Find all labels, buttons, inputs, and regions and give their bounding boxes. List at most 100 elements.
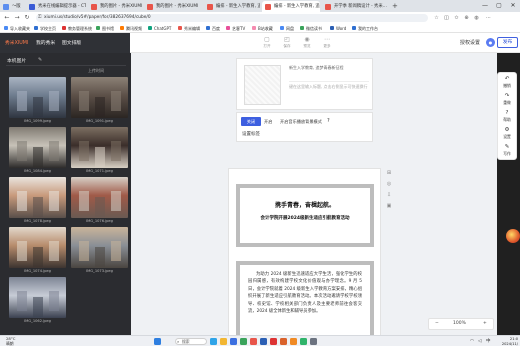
app-blue-icon[interactable] (230, 338, 237, 345)
image-thumbnail[interactable]: IMG_1062.jpeg (9, 277, 66, 324)
browser-tab[interactable]: 编排 - 新生入学教育, 追梦… (262, 1, 320, 12)
card-hint-text[interactable]: 键在这里输入标题, 点击右侧显示可快速换行 (289, 84, 369, 89)
wechat-icon[interactable] (240, 338, 247, 345)
on-toggle-button[interactable]: 开启 (264, 117, 272, 126)
bookmark-item[interactable]: 我的工作台 (352, 24, 378, 33)
browser-tab[interactable]: 秀米在线编辑提示器 - CTC 以及… (26, 1, 86, 12)
bookmark-item[interactable]: 百度 (206, 24, 220, 33)
profile-icon[interactable]: ◍ (472, 13, 481, 23)
bookmark-item[interactable]: 教务管理系统 (62, 24, 92, 33)
rail-settings-button[interactable]: ⚙ 设置 (498, 126, 516, 143)
split-icon[interactable]: ◫ (442, 13, 451, 23)
bookmark-item[interactable]: B站收藏 (252, 24, 273, 33)
publish-button[interactable]: 发布 (497, 37, 518, 48)
rail-write-button[interactable]: ✎ 写作 (498, 143, 516, 160)
files-icon[interactable] (220, 338, 227, 345)
rail-help-button[interactable]: ? 帮助 (498, 109, 516, 126)
word-icon[interactable] (260, 338, 267, 345)
clock[interactable]: 21:0 2024/11/ (497, 337, 518, 346)
browser-tab[interactable]: 编排 - 新生入学教育, 追梦… (204, 1, 260, 12)
menu-my-xiumi[interactable]: 我的秀米 (36, 39, 55, 46)
app-green-icon[interactable] (300, 338, 307, 345)
edit-icon[interactable]: ✎ (38, 57, 42, 63)
set-tags-link[interactable]: 设置标签 (242, 130, 260, 139)
user-avatar-icon[interactable]: ● (486, 38, 495, 47)
minimize-button[interactable]: — (478, 0, 492, 12)
open-button[interactable]: ▢ 打开 (258, 35, 276, 51)
image-thumbnail[interactable]: IMG_1074.jpeg (9, 227, 66, 274)
taskbar-search[interactable]: ⌕ 搜索 (175, 338, 207, 345)
banner-subtitle[interactable]: 会计学院开展2024级新生适应引航教育活动 (240, 215, 370, 221)
preview-button[interactable]: ◉ 预览 (298, 35, 316, 51)
bookmark-item[interactable]: 学校主页 (34, 24, 56, 33)
menu-layout[interactable]: 图文排版 (62, 39, 81, 46)
image-thumbnail[interactable]: IMG_1078.jpeg (9, 177, 66, 224)
browser-tab[interactable]: 我的图片 - 秀米XIUMI (88, 1, 142, 12)
forward-icon[interactable]: → (12, 13, 22, 23)
wifi-icon[interactable]: ◠ (470, 338, 474, 345)
zoom-out-button[interactable]: − (435, 319, 439, 329)
image-thumbnail[interactable]: IMG_1071.jpeg (71, 127, 128, 174)
zoom-level[interactable]: 100% (453, 319, 466, 329)
image-thumbnail[interactable]: IMG_1084.jpeg (9, 127, 66, 174)
browser-tab[interactable]: 开学季 新闻稿设计 - 秀米… (322, 1, 390, 12)
off-toggle-button[interactable]: 关闭 (241, 117, 261, 126)
app-gray-icon[interactable] (310, 338, 317, 345)
image-library-title[interactable]: 本机图片 (7, 57, 26, 64)
bookmark-item[interactable]: 腾讯视频 (120, 24, 142, 33)
input-language[interactable]: 中 (486, 338, 491, 345)
bookmark-item[interactable]: Word (330, 24, 346, 33)
square-icon[interactable]: ▣ (385, 201, 393, 212)
target-icon[interactable]: ◎ (385, 179, 393, 190)
authorize-settings-link[interactable]: 授权设置 (460, 39, 480, 46)
image-thumbnail[interactable]: IMG_1073.jpeg (71, 227, 128, 274)
image-placeholder[interactable] (244, 65, 281, 105)
help-icon[interactable]: ? (327, 117, 330, 126)
banner-title[interactable]: 携手青春，奋楫起航。 (240, 200, 370, 209)
chrome-icon[interactable] (250, 338, 257, 345)
favorites-icon[interactable]: ✩ (452, 13, 461, 23)
save-button[interactable]: ◰ 保存 (278, 35, 296, 51)
download-icon[interactable]: ⇩ (385, 190, 393, 201)
bookmark-item[interactable]: 图书馆 (96, 24, 114, 33)
grid-icon[interactable]: ⊞ (385, 168, 393, 179)
rail-redo-button[interactable]: ↷ 重做 (498, 92, 516, 109)
more-button[interactable]: ⋯ 更多 (318, 35, 336, 51)
maximize-button[interactable]: ▢ (492, 0, 506, 12)
weather-widget[interactable]: 28°C 晴朗 (6, 336, 15, 346)
star-icon[interactable]: ☆ (432, 13, 441, 23)
more-menu-icon[interactable]: ⋯ (484, 13, 493, 23)
bookmark-item[interactable]: 微信读书 (300, 24, 322, 33)
banner[interactable]: 携手青春，奋楫起航。 会计学院开展2024级新生适应引航教育活动 (240, 188, 370, 243)
browser-tab[interactable]: ～版 (0, 1, 24, 12)
article-body-text[interactable]: 为助力 2024 级新生迅速适应大学生活，强化学生的校园归属感，有效构建学校文化… (240, 265, 370, 335)
new-tab-button[interactable]: + (392, 1, 398, 11)
url-field[interactable]: ⚿ xiumi.us/studio/v5#/paper/for/38263769… (36, 14, 428, 22)
back-icon[interactable]: ← (2, 13, 12, 23)
floating-assistant-icon[interactable] (506, 229, 520, 243)
bookmark-item[interactable]: 网盘 (280, 24, 294, 33)
image-thumbnail[interactable]: IMG_1076.jpeg (71, 177, 128, 224)
netease-icon[interactable] (270, 338, 277, 345)
image-thumbnail[interactable]: IMG_1099.jpeg (9, 77, 66, 124)
bookmark-item[interactable]: 艺客TV (226, 24, 245, 33)
bookmark-item[interactable]: 导入收藏夹 (4, 24, 30, 33)
collections-icon[interactable]: ⊕ (462, 13, 471, 23)
start-icon[interactable] (154, 338, 161, 345)
zoom-in-button[interactable]: + (483, 319, 487, 329)
menu-xiumi[interactable]: 秀米XIUMI (5, 39, 28, 46)
ppt-icon[interactable] (280, 338, 287, 345)
bookmark-item[interactable]: ChatGPT (148, 24, 171, 33)
card-title-text[interactable]: 新生入学教育, 追梦青春新征程 (289, 65, 369, 70)
rail-undo-button[interactable]: ↶ 撤销 (498, 75, 516, 92)
image-thumbnail[interactable]: IMG_1091.jpeg (71, 77, 128, 124)
app-orange-icon[interactable] (290, 338, 297, 345)
edge-icon[interactable] (210, 338, 217, 345)
reload-icon[interactable]: ↻ (22, 13, 32, 23)
title-card[interactable]: 新生入学教育, 追梦青春新征程 键在这里输入标题, 点击右侧显示可快速换行 (236, 58, 373, 110)
sort-dropdown[interactable]: 上传时间 (88, 68, 104, 74)
browser-tab[interactable]: 我的图片 - 秀米XIUMI (144, 1, 202, 12)
close-window-button[interactable]: ✕ (506, 0, 520, 12)
bookmark-item[interactable]: 秀米编辑 (178, 24, 200, 33)
volume-icon[interactable]: ◁ (478, 338, 481, 345)
